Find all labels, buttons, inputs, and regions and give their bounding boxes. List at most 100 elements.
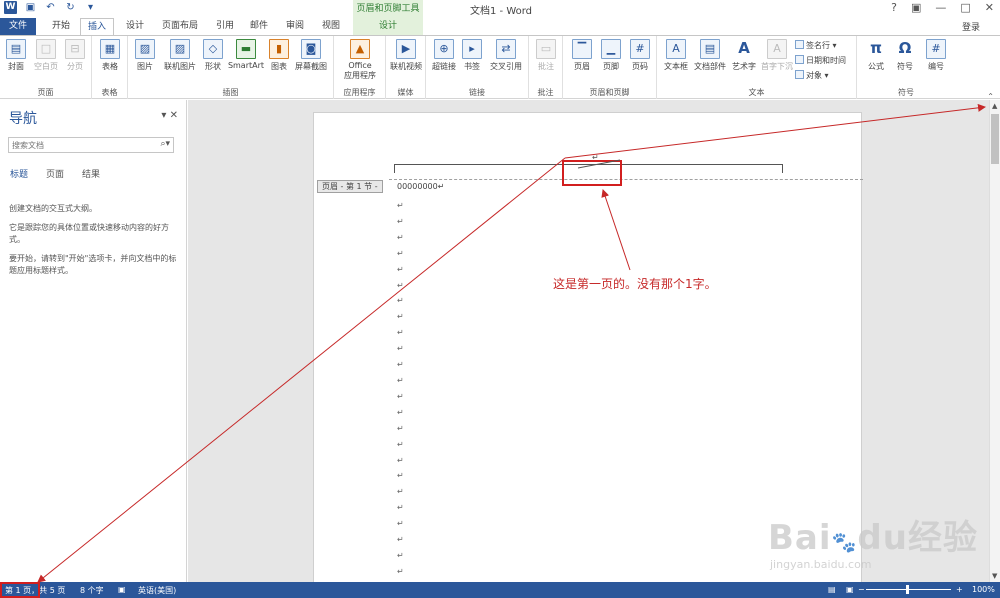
close-icon[interactable]: ✕ xyxy=(985,1,994,14)
word-count-status[interactable]: 8 个字 xyxy=(80,585,104,596)
numbering-button[interactable]: # 编号 xyxy=(923,39,949,72)
pi-icon: π xyxy=(870,39,882,57)
text-box-icon: A xyxy=(666,39,686,59)
undo-icon[interactable]: ↶ xyxy=(44,1,57,14)
page-break-label: 分页 xyxy=(67,62,83,71)
group-pages: ▤ 封面 □ 空白页 ⊟ 分页 页面 xyxy=(0,36,92,99)
redo-icon[interactable]: ↻ xyxy=(64,1,77,14)
tab-header-footer-design[interactable]: 设计 xyxy=(353,18,423,35)
tab-references[interactable]: 引用 xyxy=(212,18,238,35)
header-section-tag: 页眉 - 第 1 节 - xyxy=(317,180,383,193)
nav-options-icon[interactable]: ▾ xyxy=(161,110,166,121)
pictures-button[interactable]: ▨ 图片 xyxy=(132,39,158,72)
cover-page-button[interactable]: ▤ 封面 xyxy=(4,39,28,72)
chart-label: 图表 xyxy=(271,62,287,71)
shapes-icon: ◇ xyxy=(203,39,223,59)
online-video-button[interactable]: ▶ 联机视频 xyxy=(388,39,424,72)
date-time-label: 日期和时间 xyxy=(806,56,846,65)
table-button[interactable]: ▦ 表格 xyxy=(98,39,122,72)
navigation-pane: 导航 ▾ ✕ ⌕▾ 标题 页面 结果 创建文档的交互式大纲。 它是跟踪您的具体位… xyxy=(0,100,187,582)
tab-review[interactable]: 审阅 xyxy=(282,18,308,35)
footer-icon: ▁ xyxy=(601,39,621,59)
bookmark-button[interactable]: ▸ 书签 xyxy=(461,39,483,72)
ribbon-display-icon[interactable]: ▣ xyxy=(911,1,921,14)
page-number-button[interactable]: # 页码 xyxy=(627,39,653,72)
save-icon[interactable]: ▣ xyxy=(24,1,37,14)
paragraph-mark: ↵ xyxy=(397,455,404,465)
paragraph-mark: ↵ xyxy=(397,280,404,290)
zoom-out-icon[interactable]: − xyxy=(858,585,865,594)
hyperlink-button[interactable]: ⊕ 超链接 xyxy=(430,39,458,72)
minimize-icon[interactable]: — xyxy=(935,1,946,14)
scroll-thumb[interactable] xyxy=(991,114,999,164)
zoom-in-icon[interactable]: + xyxy=(956,585,963,594)
zoom-level[interactable]: 100% xyxy=(972,585,995,594)
tab-view[interactable]: 视图 xyxy=(318,18,344,35)
paragraph-mark: ↵ xyxy=(397,248,404,258)
page-break-button[interactable]: ⊟ 分页 xyxy=(63,39,87,72)
customize-icon[interactable]: ▾ xyxy=(84,1,97,14)
paragraph-mark: ↵ xyxy=(397,391,404,401)
equation-button[interactable]: π 公式 xyxy=(863,39,889,72)
online-pictures-button[interactable]: ▨ 联机图片 xyxy=(160,39,200,72)
smartart-button[interactable]: ▬ SmartArt xyxy=(227,39,265,70)
help-icon[interactable]: ? xyxy=(891,1,897,14)
language-status[interactable]: 英语(美国) xyxy=(138,585,176,596)
nav-search-box: ⌕▾ xyxy=(8,137,174,153)
group-label: 文本 xyxy=(748,88,765,97)
quick-parts-button[interactable]: ▤ 文档部件 xyxy=(692,39,728,72)
group-text: A 文本框 ▤ 文档部件 A 艺术字 A 首字下沉 签名行 ▾ 日期和时间 对象 ▾ 文… xyxy=(657,36,857,99)
nav-tab-pages[interactable]: 页面 xyxy=(46,167,64,180)
chart-button[interactable]: ▮ 图表 xyxy=(268,39,290,72)
search-icon[interactable]: ⌕▾ xyxy=(160,139,170,149)
document-body-text[interactable]: 00000000↵ xyxy=(397,182,444,191)
nav-tab-results[interactable]: 结果 xyxy=(82,167,100,180)
tab-insert[interactable]: 插入 xyxy=(80,18,114,35)
tab-home[interactable]: 开始 xyxy=(48,18,74,35)
tab-mailings[interactable]: 邮件 xyxy=(246,18,272,35)
page-number-icon: # xyxy=(630,39,650,59)
office-apps-button[interactable]: ▲ Office 应用程序 xyxy=(337,39,383,81)
page-break-icon: ⊟ xyxy=(65,39,85,59)
nav-tab-headings[interactable]: 标题 xyxy=(10,167,28,180)
apps-label: 应用程序 xyxy=(344,71,376,80)
vertical-scrollbar[interactable]: ▲ ▼ xyxy=(989,100,1000,582)
header-border-right xyxy=(782,164,783,173)
quick-parts-icon: ▤ xyxy=(700,39,720,59)
symbol-button[interactable]: Ω 符号 xyxy=(892,39,918,72)
shapes-button[interactable]: ◇ 形状 xyxy=(201,39,225,72)
annotation-text: 这是第一页的。没有那个1字。 xyxy=(553,277,717,291)
read-mode-icon[interactable]: ▤ xyxy=(828,585,836,594)
blank-page-button[interactable]: □ 空白页 xyxy=(31,39,61,72)
screenshot-button[interactable]: ◙ 屏幕截图 xyxy=(292,39,330,72)
text-box-button[interactable]: A 文本框 xyxy=(661,39,691,72)
nav-search-input[interactable] xyxy=(9,138,149,152)
office-store-icon: ▲ xyxy=(350,39,370,59)
number-icon: # xyxy=(926,39,946,59)
smartart-icon: ▬ xyxy=(236,39,256,59)
scroll-up-icon[interactable]: ▲ xyxy=(992,102,997,110)
drop-cap-icon: A xyxy=(767,39,787,59)
cross-reference-button[interactable]: ⇄ 交叉引用 xyxy=(486,39,526,72)
header-button[interactable]: ▔ 页眉 xyxy=(569,39,595,72)
nav-close-icon[interactable]: ✕ xyxy=(170,110,178,121)
login-link[interactable]: 登录 xyxy=(962,20,980,33)
drop-cap-button[interactable]: A 首字下沉 xyxy=(760,39,794,72)
comment-button[interactable]: ▭ 批注 xyxy=(534,39,558,72)
print-layout-icon[interactable]: ▣ xyxy=(846,585,854,594)
zoom-slider-knob[interactable] xyxy=(906,585,909,594)
footer-button[interactable]: ▁ 页脚 xyxy=(598,39,624,72)
scroll-down-icon[interactable]: ▼ xyxy=(992,572,997,580)
paragraph-mark: ↵ xyxy=(397,296,404,306)
hyperlink-label: 超链接 xyxy=(432,62,456,71)
maximize-icon[interactable]: □ xyxy=(960,1,970,14)
tab-file[interactable]: 文件 xyxy=(0,18,36,35)
tab-layout[interactable]: 页面布局 xyxy=(158,18,202,35)
signature-line-button[interactable]: 签名行 ▾ xyxy=(795,40,837,51)
proofing-icon[interactable]: ▣ xyxy=(118,585,126,594)
tab-design[interactable]: 设计 xyxy=(120,18,150,35)
object-button[interactable]: 对象 ▾ xyxy=(795,70,829,81)
wordart-button[interactable]: A 艺术字 xyxy=(729,39,759,72)
date-time-button[interactable]: 日期和时间 xyxy=(795,55,846,66)
group-header-footer: ▔ 页眉 ▁ 页脚 # 页码 页眉和页脚 xyxy=(563,36,657,99)
